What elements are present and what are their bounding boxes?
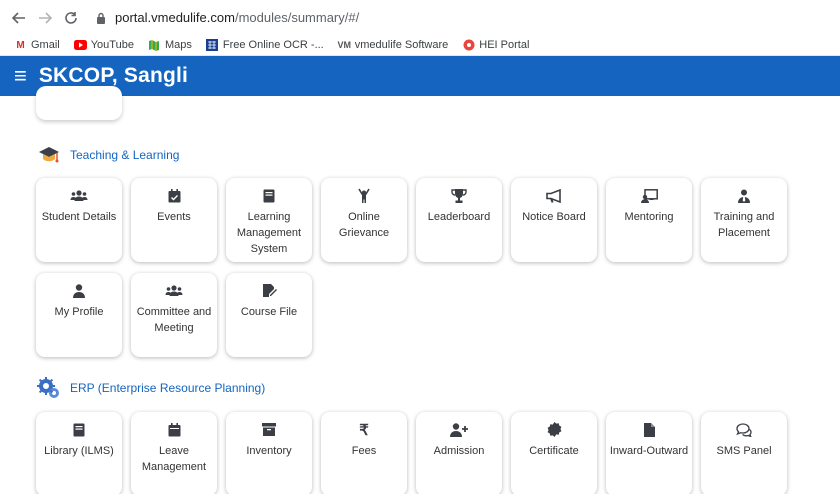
module-committee-meeting[interactable]: Committee and Meeting (131, 273, 217, 357)
bookmark-label: Free Online OCR -... (222, 39, 324, 51)
users-icon (70, 187, 88, 204)
module-leave-management[interactable]: Leave Management (131, 412, 217, 494)
module-label: Course File (240, 306, 298, 318)
lock-icon (96, 12, 106, 24)
bookmark-maps[interactable]: Maps (148, 39, 192, 51)
gmail-icon: M (16, 39, 25, 51)
module-label: Student Details (41, 211, 117, 223)
app-title: SKCOP, Sangli (38, 64, 189, 87)
chalkboard-teacher-icon (640, 187, 658, 204)
megaphone-icon (546, 187, 562, 204)
vmedulife-icon: VM (337, 40, 351, 50)
gears-icon (36, 377, 62, 399)
module-label: Committee and Meeting (136, 306, 212, 334)
url-path: /modules/summary/#/ (234, 10, 360, 25)
person-tie-icon (737, 187, 751, 204)
bookmark-vmedulife[interactable]: VM vmedulife Software (337, 39, 449, 51)
module-label: Fees (351, 445, 377, 457)
bookmark-label: Maps (164, 39, 192, 51)
book-icon (263, 187, 275, 204)
teaching-modules-grid: Student Details Events Learning Manageme… (36, 178, 787, 357)
module-student-details[interactable]: Student Details (36, 178, 122, 262)
module-label: Certificate (529, 445, 579, 457)
module-label: Library (ILMS) (44, 445, 114, 457)
module-leaderboard[interactable]: Leaderboard (416, 178, 502, 262)
bookmark-youtube[interactable]: YouTube (73, 39, 134, 51)
forward-arrow-icon[interactable] (34, 7, 56, 29)
module-label: Learning Management System (236, 211, 302, 255)
section-erp: ERP (Enterprise Resource Planning) (36, 377, 265, 399)
person-raise-icon (358, 187, 370, 204)
calendar-icon (168, 421, 181, 438)
calendar-check-icon (168, 187, 181, 204)
module-sms-panel[interactable]: SMS Panel (701, 412, 787, 494)
address-bar[interactable]: portal.vmedulife.com/modules/summary/#/ (86, 5, 840, 30)
section-teaching-learning: Teaching & Learning (36, 144, 179, 166)
erp-modules-grid: Library (ILMS) Leave Management Inventor… (36, 412, 787, 494)
module-label: Events (157, 211, 191, 223)
partial-card[interactable] (36, 86, 122, 120)
module-label: Inward-Outward (609, 445, 689, 457)
module-label: Notice Board (522, 211, 586, 223)
trophy-icon (451, 187, 467, 204)
hei-icon (462, 39, 475, 51)
ocr-icon (206, 39, 219, 51)
reload-icon[interactable] (60, 7, 82, 29)
module-my-profile[interactable]: My Profile (36, 273, 122, 357)
archive-icon (262, 421, 276, 438)
file-edit-icon (262, 282, 277, 299)
bookmark-label: HEI Portal (479, 39, 530, 51)
comments-icon (736, 421, 752, 438)
certificate-icon (547, 421, 562, 438)
users-icon (165, 282, 183, 299)
module-admission[interactable]: Admission (416, 412, 502, 494)
user-plus-icon (450, 421, 468, 438)
main-content: Teaching & Learning Student Details Even… (0, 86, 840, 494)
hamburger-menu-icon[interactable]: ≡ (14, 65, 27, 87)
module-certificate[interactable]: Certificate (511, 412, 597, 494)
youtube-icon (73, 40, 87, 51)
browser-toolbar: portal.vmedulife.com/modules/summary/#/ (0, 0, 840, 35)
url-host: portal.vmedulife.com (115, 10, 235, 25)
module-label: Mentoring (624, 211, 674, 223)
bookmarks-bar: M Gmail YouTube Maps Free Online OCR -..… (0, 35, 840, 56)
module-label: Online Grievance (338, 211, 390, 239)
module-label: SMS Panel (716, 445, 772, 457)
maps-icon (148, 40, 161, 51)
bookmark-label: YouTube (90, 39, 134, 51)
module-label: Training and Placement (713, 211, 775, 239)
user-icon (73, 282, 85, 299)
module-label: My Profile (54, 306, 104, 318)
module-label: Leave Management (141, 445, 207, 473)
module-label: Leaderboard (427, 211, 491, 223)
module-mentoring[interactable]: Mentoring (606, 178, 692, 262)
section-title: Teaching & Learning (70, 148, 180, 162)
bookmark-ocr[interactable]: Free Online OCR -... (206, 39, 324, 51)
module-course-file[interactable]: Course File (226, 273, 312, 357)
module-training-placement[interactable]: Training and Placement (701, 178, 787, 262)
module-online-grievance[interactable]: Online Grievance (321, 178, 407, 262)
graduation-cap-icon (36, 144, 62, 166)
bookmark-hei-portal[interactable]: HEI Portal (462, 39, 529, 51)
module-inward-outward[interactable]: Inward-Outward (606, 412, 692, 494)
module-label: Admission (433, 445, 485, 457)
book-icon (73, 421, 85, 438)
module-label: Inventory (246, 445, 292, 457)
file-icon (643, 421, 655, 438)
module-events[interactable]: Events (131, 178, 217, 262)
section-title: ERP (Enterprise Resource Planning) (70, 381, 266, 395)
module-fees[interactable]: ₹ Fees (321, 412, 407, 494)
app-header: ≡ SKCOP, Sangli (0, 56, 840, 96)
bookmark-label: vmedulife Software (354, 39, 449, 51)
module-lms[interactable]: Learning Management System (226, 178, 312, 262)
back-arrow-icon[interactable] (8, 7, 30, 29)
module-notice-board[interactable]: Notice Board (511, 178, 597, 262)
bookmark-gmail[interactable]: M Gmail (14, 39, 60, 51)
bookmark-label: Gmail (31, 39, 60, 51)
module-library[interactable]: Library (ILMS) (36, 412, 122, 494)
rupee-icon: ₹ (359, 421, 369, 439)
module-inventory[interactable]: Inventory (226, 412, 312, 494)
